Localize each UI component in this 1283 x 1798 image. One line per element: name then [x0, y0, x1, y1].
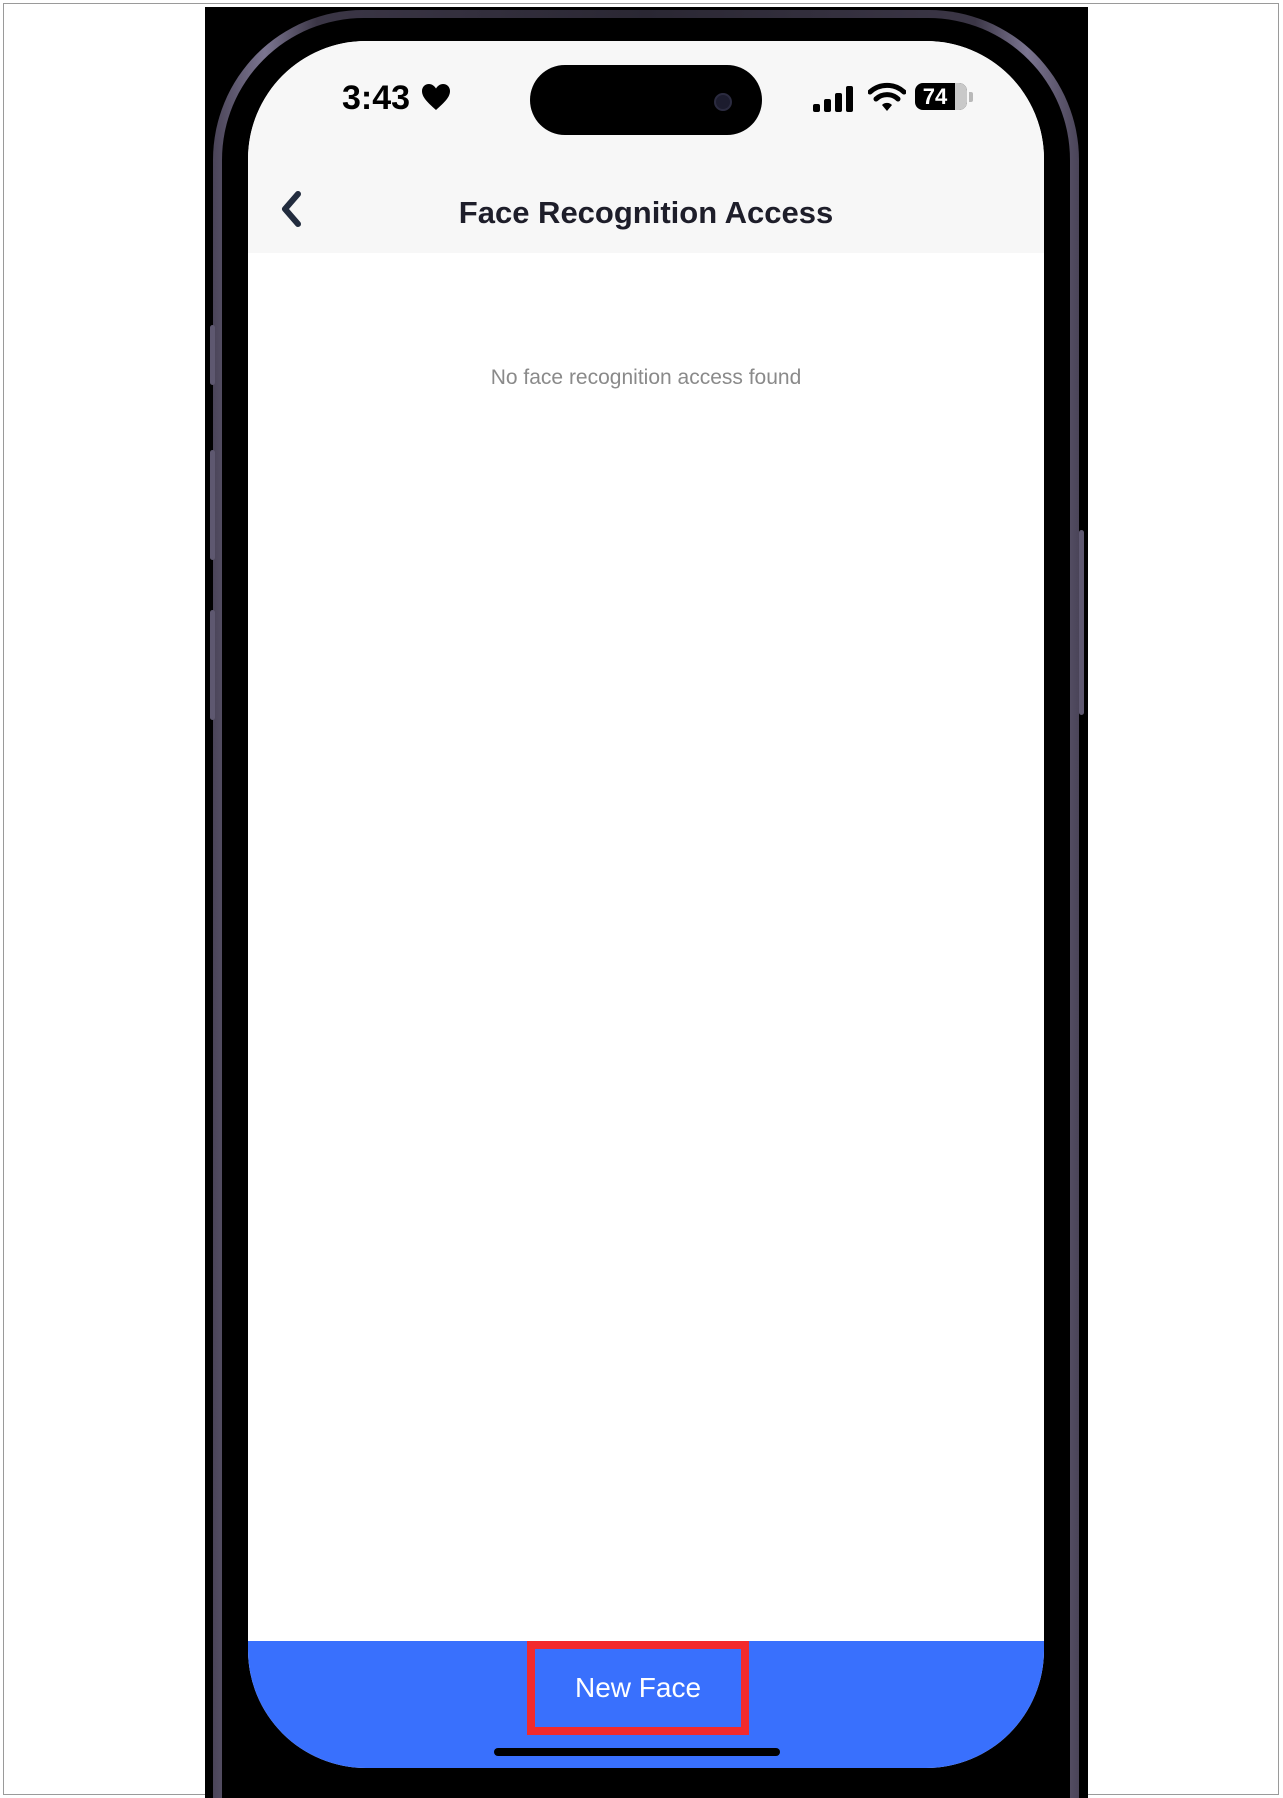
dynamic-island	[530, 65, 762, 135]
status-time: 3:43	[342, 79, 411, 117]
status-bar: 3:43 74	[248, 41, 1044, 149]
heart-icon	[422, 84, 450, 110]
empty-state-message: No face recognition access found	[490, 366, 802, 389]
wifi-icon	[868, 82, 906, 111]
battery-empty-area	[955, 83, 967, 110]
navigation-bar: Face Recognition Access	[248, 149, 1044, 253]
volume-up-button	[210, 450, 215, 560]
battery-icon: 74	[915, 83, 967, 110]
volume-down-button	[210, 610, 215, 720]
page-title: Face Recognition Access	[458, 195, 834, 230]
battery-level: 74	[922, 84, 948, 109]
phone-screen: 3:43 74 Face Recognition Access No face …	[248, 41, 1044, 1768]
signal-icon	[813, 86, 853, 112]
new-face-button[interactable]: New Face	[527, 1641, 749, 1735]
power-button	[1079, 530, 1084, 715]
home-indicator[interactable]	[494, 1748, 780, 1756]
front-camera-icon	[714, 93, 732, 111]
action-button	[210, 325, 215, 385]
battery-tip	[969, 92, 973, 102]
